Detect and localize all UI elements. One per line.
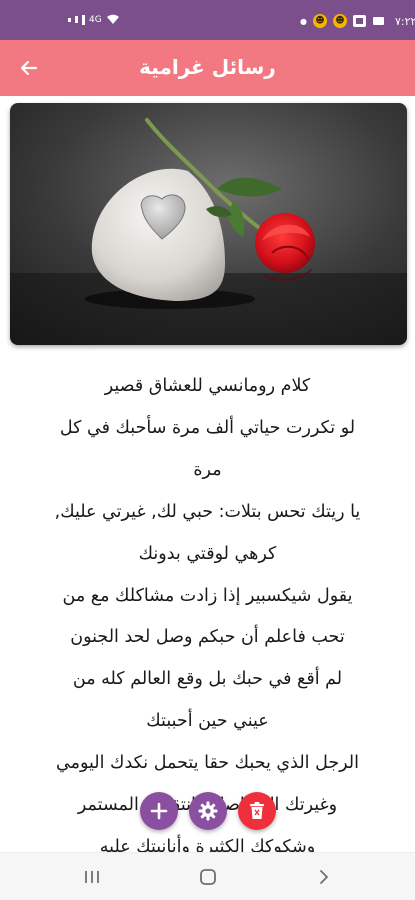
message-line: يقول شيكسبير إذا زادت مشاكلك مع من bbox=[62, 585, 353, 606]
message-line: مرة bbox=[193, 459, 222, 480]
status-bar: 4G ● ☻ ☻ ٧:٢٢ bbox=[0, 0, 415, 40]
message-line: كرهي لوقتي بدونك bbox=[138, 543, 277, 564]
message-line: تحب فاعلم أن حبكم وصل لحد الجنون bbox=[70, 627, 345, 648]
message-line: عيني حين أحببتك bbox=[146, 711, 269, 732]
signal-bar-icon bbox=[75, 16, 78, 23]
network-type: 4G bbox=[89, 14, 102, 25]
message-line: لم أقع في حبك بل وقع العالم كله من bbox=[72, 669, 343, 690]
message-line: وشكوكك الكثيرة وأنانيتك عليه bbox=[99, 836, 316, 852]
system-nav-bar bbox=[0, 852, 415, 900]
app-notification-icon: ☻ bbox=[332, 14, 347, 28]
app-bar: رسائل غرامية bbox=[0, 40, 415, 96]
hero-image-card bbox=[10, 103, 407, 345]
trash-icon bbox=[250, 802, 264, 819]
gallery-notification-icon bbox=[352, 15, 366, 27]
recents-icon bbox=[85, 871, 99, 883]
wifi-icon bbox=[106, 14, 119, 24]
notification-dot-icon: ● bbox=[300, 16, 307, 26]
home-icon bbox=[200, 869, 216, 885]
message-text: كلام رومانسي للعشاق قصير لو تكررت حياتي … bbox=[14, 366, 401, 852]
delete-button[interactable] bbox=[238, 792, 276, 830]
status-icons: ● ☻ ☻ ٧:٢٢ bbox=[300, 13, 415, 29]
add-icon bbox=[150, 802, 168, 820]
clock: ٧:٢٢ bbox=[394, 14, 415, 28]
chevron-back-icon bbox=[320, 870, 328, 884]
gear-icon bbox=[198, 801, 218, 821]
message-line: الرجل الذي يحبك حقا يتحمل نكدك اليومي bbox=[55, 753, 359, 774]
nav-back-button[interactable] bbox=[311, 865, 337, 889]
add-button[interactable] bbox=[140, 792, 178, 830]
message-line: كلام رومانسي للعشاق قصير bbox=[104, 376, 311, 396]
signal-bar-icon bbox=[82, 14, 85, 25]
recents-button[interactable] bbox=[79, 865, 105, 889]
signal-indicators: 4G bbox=[68, 14, 120, 25]
message-line: لو تكررت حياتي ألف مرة سأحبك في كل bbox=[59, 417, 356, 438]
home-button[interactable] bbox=[195, 865, 221, 889]
heart-and-rose-image bbox=[10, 103, 407, 345]
message-icon bbox=[372, 16, 384, 25]
page-title: رسائل غرامية bbox=[139, 55, 276, 79]
settings-button[interactable] bbox=[189, 792, 227, 830]
app-notification-icon: ☻ bbox=[312, 14, 327, 28]
message-line: يا ريتك تحس بتلات: حبي لك, غيرتي عليك, bbox=[54, 501, 361, 522]
signal-bar-icon bbox=[68, 17, 71, 22]
